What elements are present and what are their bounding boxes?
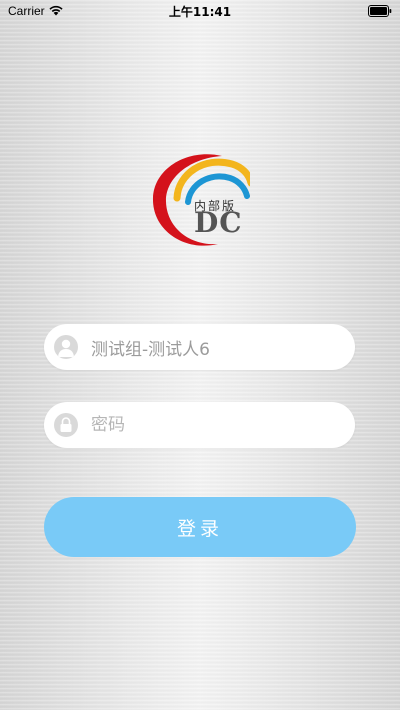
status-time: 上午11:41 bbox=[168, 5, 232, 19]
username-field[interactable] bbox=[44, 324, 355, 370]
password-input[interactable] bbox=[91, 402, 341, 448]
user-icon bbox=[54, 335, 78, 359]
password-field[interactable] bbox=[44, 402, 355, 448]
lock-icon bbox=[54, 413, 78, 437]
username-input[interactable] bbox=[91, 324, 341, 370]
battery-icon bbox=[368, 5, 392, 17]
status-bar: Carrier 上午11:41 bbox=[0, 0, 400, 22]
logo-mark-text: DC bbox=[194, 206, 243, 239]
login-button[interactable]: 登录 bbox=[44, 497, 356, 557]
